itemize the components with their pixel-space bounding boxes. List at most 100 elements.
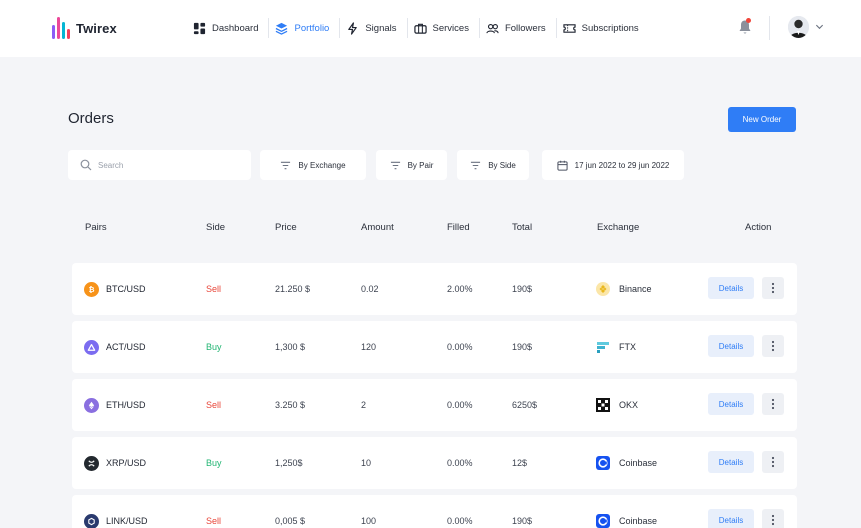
column-header-price[interactable]: Price <box>275 222 297 233</box>
search-box[interactable] <box>68 150 251 180</box>
amount-cell: 100 <box>361 516 377 526</box>
column-header-exchange[interactable]: Exchange <box>597 222 639 233</box>
more-options-button[interactable] <box>762 451 784 473</box>
more-vertical-icon <box>771 514 775 526</box>
avatar[interactable] <box>788 16 809 38</box>
filled-cell: 0.00% <box>447 400 473 410</box>
filter-by-side-label: By Side <box>488 160 516 170</box>
header-divider <box>769 16 770 40</box>
total-cell: 190$ <box>512 284 533 294</box>
pair-name: LINK/USD <box>106 516 148 526</box>
filled-cell: 0.00% <box>447 458 473 468</box>
bitcoin-icon: ₿ <box>84 281 99 297</box>
details-button[interactable]: Details <box>708 277 754 299</box>
nav-services[interactable]: Services <box>408 14 479 42</box>
filled-cell: 2.00% <box>447 284 473 294</box>
binance-icon <box>596 282 610 296</box>
nav-services-label: Services <box>432 22 469 34</box>
filter-bar: By Exchange By Pair By Side 17 jun 2022 … <box>0 150 861 180</box>
amount-cell: 10 <box>361 458 372 468</box>
twirex-logo-icon <box>52 17 70 39</box>
ftx-icon <box>596 340 610 354</box>
table-row[interactable]: ETH/USD Sell 3.250 $ 2 0.00% 6250$ OKX D… <box>72 379 797 431</box>
details-button[interactable]: Details <box>708 393 754 415</box>
new-order-button[interactable]: New Order <box>728 107 796 132</box>
nav-followers[interactable]: Followers <box>480 14 556 42</box>
column-header-side[interactable]: Side <box>206 222 225 233</box>
table-row[interactable]: ACT/USD Buy 1,300 $ 120 0.00% 190$ FTX D… <box>72 321 797 373</box>
chainlink-icon <box>84 513 99 528</box>
calendar-icon <box>557 160 568 171</box>
exchange-cell: Coinbase <box>596 437 657 489</box>
exchange-cell: Coinbase <box>596 495 657 528</box>
filter-icon <box>390 161 400 169</box>
price-cell: 21.250 $ <box>275 284 311 294</box>
briefcase-icon <box>413 23 427 34</box>
price-cell: 1,300 $ <box>275 342 306 352</box>
nav-signals[interactable]: Signals <box>340 14 406 42</box>
search-icon <box>80 159 92 171</box>
search-input[interactable] <box>98 160 238 170</box>
column-header-amount[interactable]: Amount <box>361 222 394 233</box>
total-cell: 190$ <box>512 516 533 526</box>
table-row[interactable]: ₿ BTC/USD Sell 21.250 $ 0.02 2.00% 190$ … <box>72 263 797 315</box>
nav-subscriptions-label: Subscriptions <box>581 22 639 34</box>
nav-followers-label: Followers <box>504 22 546 34</box>
more-options-button[interactable] <box>762 335 784 357</box>
chevron-down-icon[interactable] <box>815 22 824 31</box>
user-avatar-icon <box>788 16 809 38</box>
amount-cell: 0.02 <box>361 284 379 294</box>
nav-portfolio-label: Portfolio <box>294 22 330 34</box>
svg-text:₿: ₿ <box>89 285 95 294</box>
filled-cell: 0.00% <box>447 516 473 526</box>
nav-dashboard-label: Dashboard <box>212 22 259 34</box>
date-range-picker[interactable]: 17 jun 2022 to 29 jun 2022 <box>542 150 684 180</box>
filter-by-pair[interactable]: By Pair <box>376 150 447 180</box>
amount-cell: 120 <box>361 342 377 352</box>
column-header-filled[interactable]: Filled <box>447 222 470 233</box>
filter-by-exchange[interactable]: By Exchange <box>260 150 366 180</box>
price-cell: 0,005 $ <box>275 516 306 526</box>
pair-name: ETH/USD <box>106 400 146 410</box>
exchange-cell: Binance <box>596 263 652 315</box>
more-options-button[interactable] <box>762 393 784 415</box>
more-vertical-icon <box>771 456 775 468</box>
act-icon <box>84 339 99 355</box>
column-header-total[interactable]: Total <box>512 222 532 233</box>
nav-portfolio[interactable]: Portfolio <box>269 14 339 42</box>
pair-cell: XRP/USD <box>84 437 146 489</box>
brand[interactable]: Twirex <box>52 17 117 39</box>
pair-cell: ACT/USD <box>84 321 146 373</box>
exchange-name: OKX <box>619 400 639 410</box>
table-row[interactable]: XRP/USD Buy 1,250$ 10 0.00% 12$ Coinbase… <box>72 437 797 489</box>
nav-dashboard[interactable]: Dashboard <box>187 14 268 42</box>
exchange-name: Binance <box>619 284 652 294</box>
layers-icon <box>276 22 288 35</box>
more-options-button[interactable] <box>762 509 784 528</box>
filter-by-pair-label: By Pair <box>407 160 434 170</box>
pair-name: BTC/USD <box>106 284 146 294</box>
top-navigation-bar: Twirex Dashboard Portfolio Signals Servi… <box>0 0 861 57</box>
side-cell: Sell <box>206 516 222 526</box>
okx-icon <box>596 398 610 412</box>
signal-icon <box>348 21 358 35</box>
nav-subscriptions[interactable]: Subscriptions <box>557 14 649 42</box>
table-row[interactable]: LINK/USD Sell 0,005 $ 100 0.00% 190$ Coi… <box>72 495 797 528</box>
more-vertical-icon <box>771 398 775 410</box>
main-nav: Dashboard Portfolio Signals Services Fol… <box>187 14 649 42</box>
more-options-button[interactable] <box>762 277 784 299</box>
column-header-pairs[interactable]: Pairs <box>85 222 107 233</box>
coinbase-icon <box>596 456 610 470</box>
side-cell: Buy <box>206 458 222 468</box>
page-title: Orders <box>68 110 114 127</box>
price-cell: 3.250 $ <box>275 400 306 410</box>
more-vertical-icon <box>771 340 775 352</box>
side-cell: Sell <box>206 284 222 294</box>
details-button[interactable]: Details <box>708 509 754 528</box>
filter-by-side[interactable]: By Side <box>457 150 529 180</box>
ethereum-icon <box>84 397 99 413</box>
details-button[interactable]: Details <box>708 451 754 473</box>
details-button[interactable]: Details <box>708 335 754 357</box>
side-cell: Sell <box>206 400 222 410</box>
total-cell: 190$ <box>512 342 533 352</box>
